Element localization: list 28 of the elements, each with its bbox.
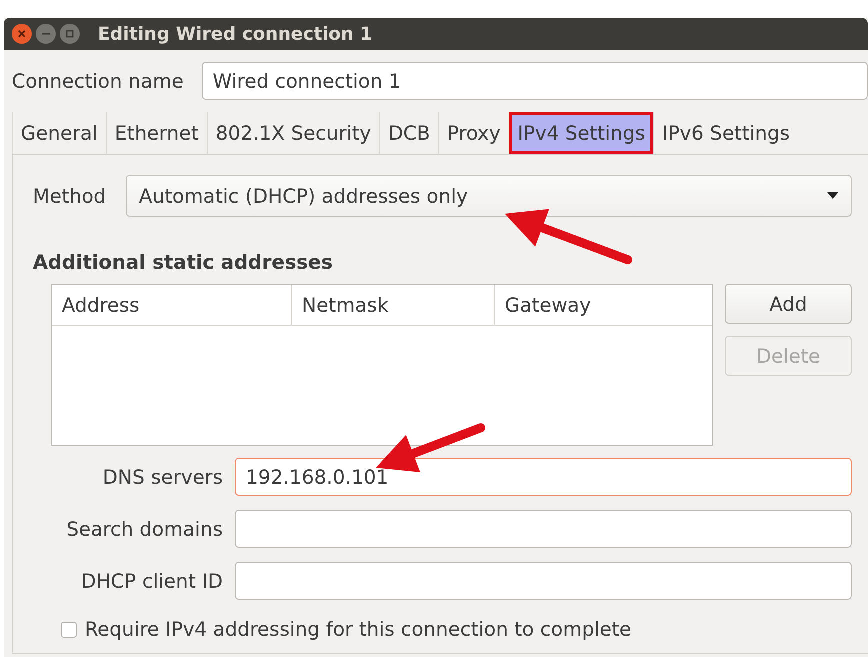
checkbox-label: Require IPv4 addressing for this connection to complete — [85, 618, 632, 641]
close-icon[interactable] — [12, 24, 32, 44]
method-dropdown[interactable]: Automatic (DHCP) addresses only — [126, 175, 852, 217]
column-header[interactable]: Gateway — [495, 285, 712, 325]
input-field[interactable] — [235, 562, 852, 600]
field-label: DHCP client ID — [80, 570, 223, 592]
tab[interactable]: IPv4 Settings — [508, 112, 654, 154]
checkbox[interactable] — [61, 622, 77, 638]
input-field[interactable]: 192.168.0.101 — [235, 458, 852, 496]
add-button[interactable]: Add — [725, 284, 852, 324]
tab[interactable]: IPv6 Settings — [653, 112, 798, 154]
field-label: Connection name — [12, 70, 184, 92]
column-header[interactable]: Address — [52, 285, 292, 325]
field-label: Search domains — [66, 518, 223, 540]
tab[interactable]: 802.1X Security — [206, 112, 380, 154]
minimize-icon[interactable] — [36, 24, 56, 44]
caret-icon — [827, 192, 839, 200]
section-heading: Additional static addresses — [33, 251, 334, 274]
connection-name-field[interactable]: Wired connection 1 — [202, 62, 868, 100]
tab[interactable]: Ethernet — [106, 112, 207, 154]
input-field[interactable] — [235, 510, 852, 548]
column-header[interactable]: Netmask — [292, 285, 495, 325]
window-title: Editing Wired connection 1 — [98, 24, 373, 44]
field-label: Method — [33, 184, 106, 208]
tab[interactable]: General — [12, 112, 106, 154]
field-label: DNS servers — [102, 466, 223, 488]
tab[interactable]: DCB — [379, 112, 438, 154]
maximize-icon[interactable] — [60, 24, 80, 44]
